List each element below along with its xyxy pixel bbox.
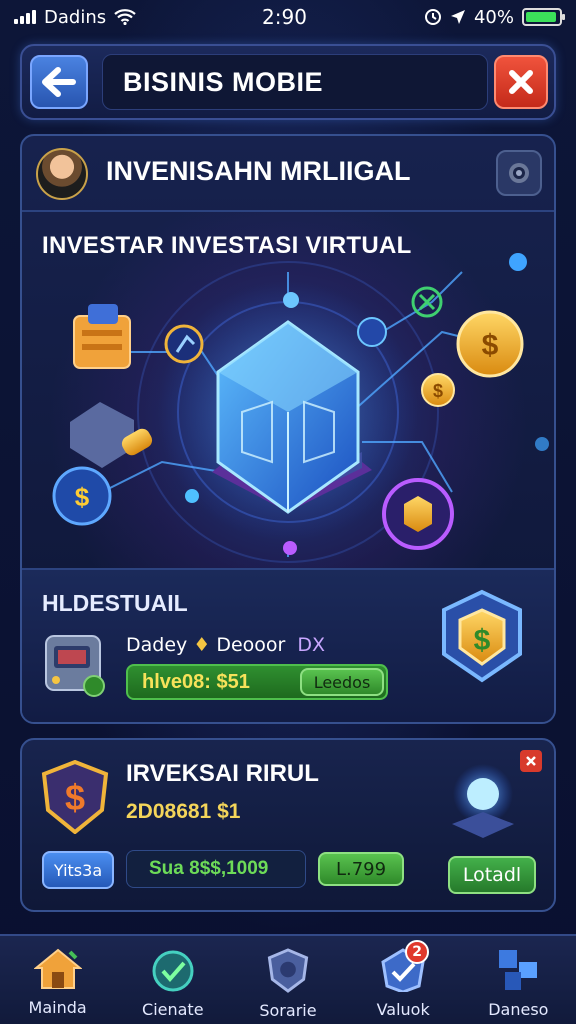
load-label: Lotadl <box>462 864 522 886</box>
location-icon <box>450 10 465 24</box>
investment-network-illustration: $ $ $ <box>52 253 549 563</box>
bottom-nav: Mainda Cienate Sorarie 2 Valuok Daneso <box>0 934 576 1024</box>
item-chip[interactable]: Yits3a <box>42 851 114 889</box>
nav-item-cienate[interactable]: Cienate <box>123 940 223 1020</box>
dismiss-button[interactable] <box>520 750 542 772</box>
item-value: Sua 8$$,1009 <box>126 850 306 888</box>
shield-dollar-icon: $ <box>41 760 109 834</box>
item-row: Yits3a Sua 8$$,1009 L.799 <box>42 850 404 890</box>
svg-text:$: $ <box>482 329 499 362</box>
home-icon <box>33 948 82 989</box>
check-icon <box>152 950 194 992</box>
machine-icon <box>45 635 105 697</box>
battery-icon <box>522 8 565 26</box>
holding-type: Deooor <box>216 634 286 656</box>
wifi-icon <box>114 9 136 25</box>
item-subtitle: 2D08681 $1 <box>126 800 241 823</box>
glowing-orb-icon <box>452 764 514 838</box>
section-title: HLDESTUAIL <box>42 590 188 616</box>
card-title: INVENISAHN MRLIIGAL <box>106 156 411 186</box>
holdings-section: HLDESTUAIL Dadey ♦ Deooor DX hlve08: $51… <box>22 568 554 722</box>
svg-text:$: $ <box>474 624 491 657</box>
svg-text:$: $ <box>433 381 443 401</box>
card-header: INVENISAHN MRLIIGAL <box>22 136 554 212</box>
page-title: BISINIS MOBIE <box>102 54 488 110</box>
hero-illustration: INVESTAR INVESTASI VIRTUAL $ $ $ <box>22 212 554 568</box>
gear-icon <box>509 163 529 183</box>
holding-name: Dadey <box>126 634 188 656</box>
close-icon <box>526 756 536 766</box>
notification-badge: 2 <box>405 940 430 964</box>
holding-code: DX <box>297 634 325 656</box>
key-icon: ♦ <box>193 634 211 656</box>
nav-label: Mainda <box>28 998 87 1017</box>
app-header: BISINIS MOBIE <box>20 44 556 120</box>
carrier-name: Dadins <box>44 6 107 28</box>
close-button[interactable] <box>494 55 548 109</box>
close-icon <box>509 70 533 94</box>
nav-item-daneso[interactable]: Daneso <box>468 940 568 1020</box>
back-button[interactable] <box>30 55 88 109</box>
grid-icon <box>499 950 538 990</box>
nav-label: Daneso <box>488 1000 549 1019</box>
arrow-left-icon <box>42 67 76 97</box>
leedos-label: Leedos <box>313 672 371 692</box>
shield-coin-icon: $ <box>442 589 522 683</box>
settings-button[interactable] <box>496 150 542 196</box>
nav-item-sorarie[interactable]: Sorarie <box>238 940 338 1020</box>
holding-label: Dadey ♦ Deooor DX <box>126 634 325 656</box>
signal-icon <box>14 10 36 24</box>
nav-label: Valuok <box>376 1000 430 1019</box>
nav-item-mainda[interactable]: Mainda <box>8 940 108 1020</box>
svg-text:$: $ <box>65 777 85 818</box>
item-title: IRVEKSAI RIRUL <box>126 760 319 787</box>
leedos-button[interactable]: Leedos <box>300 668 384 696</box>
nav-label: Sorarie <box>259 1001 317 1020</box>
nav-label: Cienate <box>142 1000 204 1019</box>
clock: 2:90 <box>262 5 307 29</box>
l799-label: L.799 <box>335 858 387 880</box>
shield-icon <box>267 948 309 993</box>
load-button[interactable]: Lotadl <box>448 856 536 894</box>
status-bar: Dadins 2:90 40% <box>0 0 576 34</box>
battery-percent: 40% <box>473 6 514 28</box>
avatar[interactable] <box>36 148 88 200</box>
investment-card: INVENISAHN MRLIIGAL INVESTAR INVESTASI V… <box>20 134 556 724</box>
nav-item-valuok[interactable]: 2 Valuok <box>353 940 453 1020</box>
alarm-icon <box>424 9 441 25</box>
l799-button[interactable]: L.799 <box>318 852 404 886</box>
investment-item-card[interactable]: $ IRVEKSAI RIRUL 2D08681 $1 Yits3a Sua 8… <box>20 738 556 912</box>
svg-text:$: $ <box>75 482 90 512</box>
